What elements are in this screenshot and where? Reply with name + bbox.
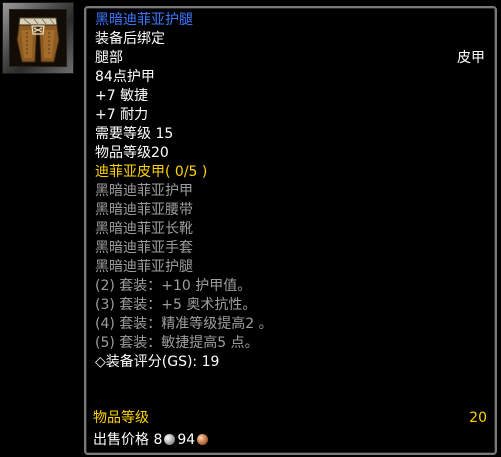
sell-price-row: 出售价格 8 94 [93,431,487,450]
item-level: 物品等级20 [95,145,169,161]
item-name: 黑暗迪菲亚护腿 [95,12,193,28]
slot-row: 腿部 皮甲 [95,49,485,68]
item-tooltip: 黑暗迪菲亚护腿 装备后绑定 腿部 皮甲 84点护甲 +7 敏捷 +7 耐力 需要… [84,6,497,455]
sell-silver-amount: 8 [153,432,163,448]
armor-type: 皮甲 [457,50,485,66]
set-bonus: (4) 套装：精准等级提高2 。 [95,316,273,332]
copper-coin-icon [197,434,209,445]
gear-score: ◇装备评分(GS): 19 [95,354,220,370]
stat-stamina: +7 耐力 [95,107,149,123]
set-name: 迪菲亚皮甲 [95,164,165,180]
item-level-value: 20 [469,410,487,426]
sell-price-label: 出售价格 [93,432,149,448]
item-level-row: 物品等级 20 [93,409,487,428]
stat-agility: +7 敏捷 [95,88,149,104]
item-icon-frame[interactable] [2,2,74,74]
set-piece: 黑暗迪菲亚手套 [95,240,193,256]
armor-value: 84点护甲 [95,69,155,85]
set-piece: 黑暗迪菲亚长靴 [95,221,193,237]
leather-leggings-icon [9,9,67,67]
sell-copper-amount: 94 [177,432,196,448]
bind-text: 装备后绑定 [95,31,165,47]
set-piece: 黑暗迪菲亚护腿 [95,259,193,275]
set-bonus: (2) 套装：+10 护甲值。 [95,278,252,294]
set-header: 迪菲亚皮甲( 0/5 ) [95,163,485,182]
item-level-label: 物品等级 [93,410,149,426]
set-piece: 黑暗迪菲亚护甲 [95,183,193,199]
set-bonus: (5) 套装：敏捷提高5 点。 [95,335,259,351]
slot-label: 腿部 [95,50,123,66]
set-bonus: (3) 套装：+5 奥术抗性。 [95,297,257,313]
set-count: ( 0/5 ) [165,164,208,180]
set-piece: 黑暗迪菲亚腰带 [95,202,193,218]
silver-coin-icon [164,434,176,445]
required-level: 需要等级 15 [95,126,174,142]
